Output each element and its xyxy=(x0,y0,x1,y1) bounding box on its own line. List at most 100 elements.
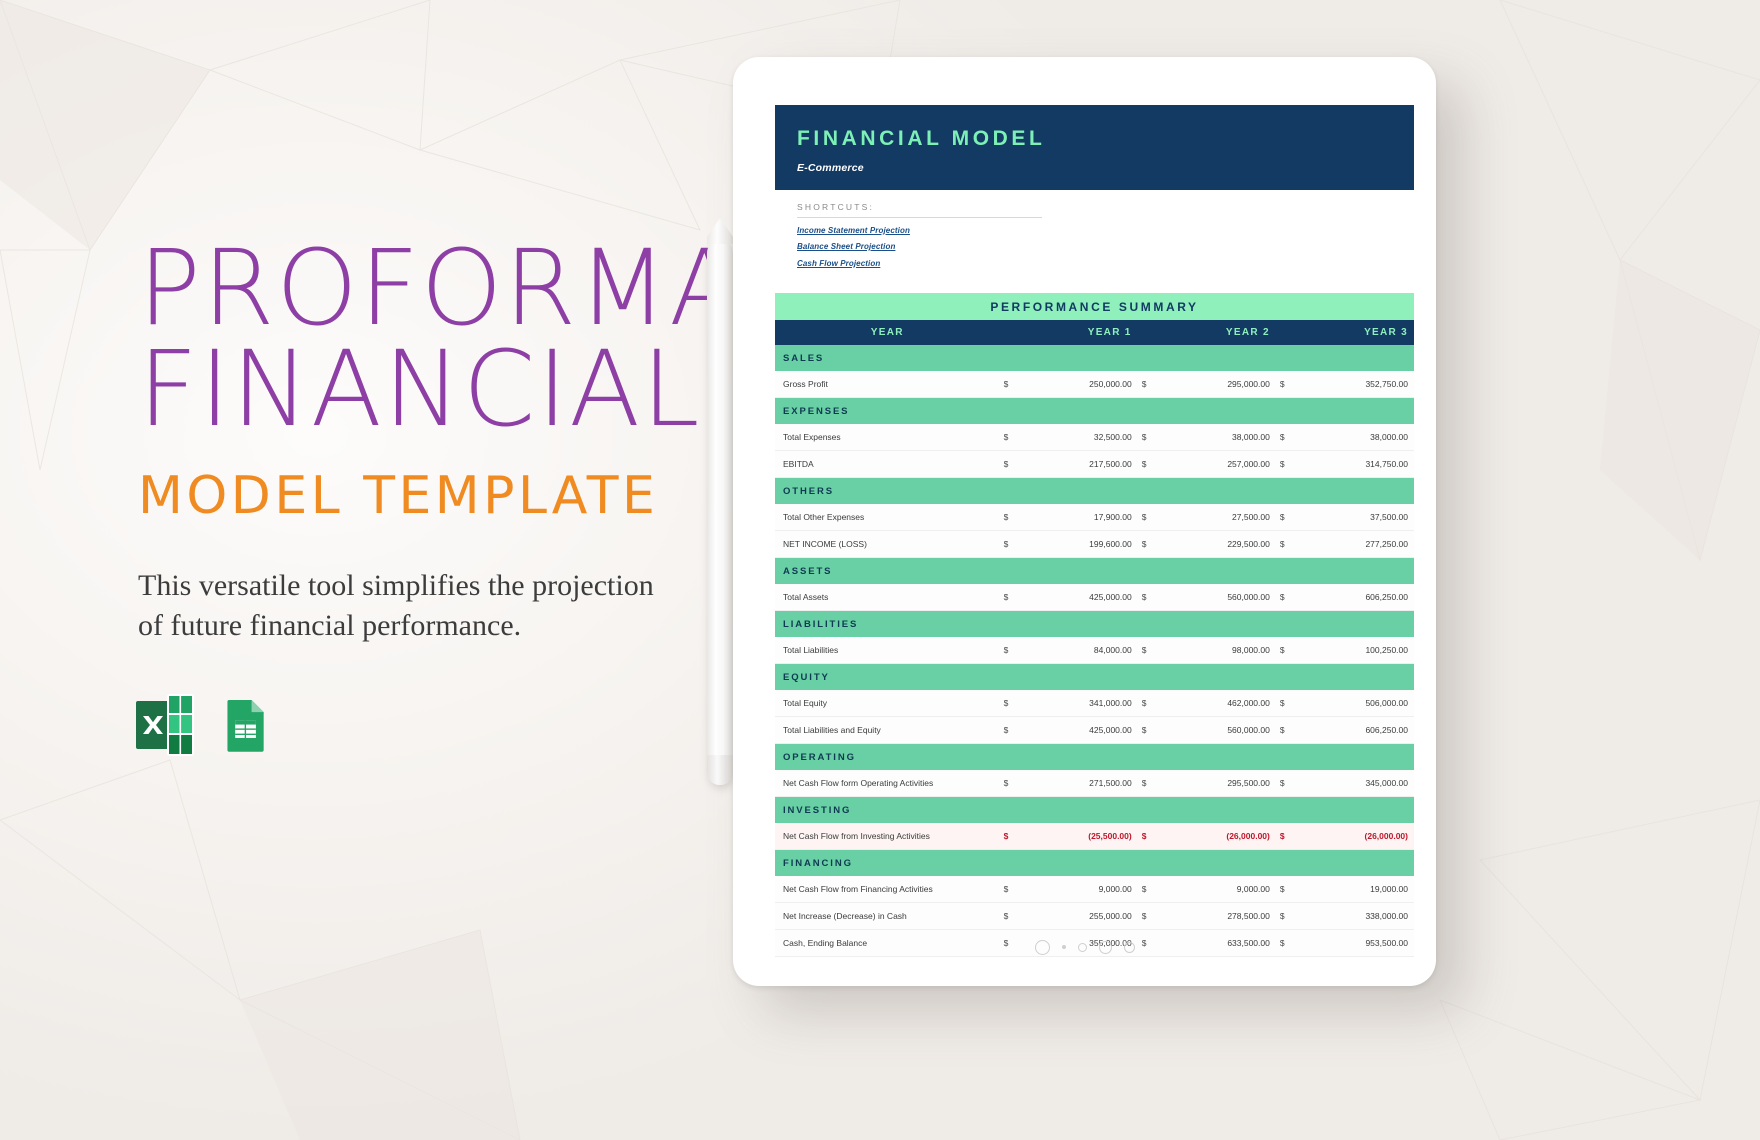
currency-symbol: $ xyxy=(1279,459,1285,469)
cell-value-year-1: 425,000.00 xyxy=(1089,592,1132,602)
home-dot-4 xyxy=(1098,940,1112,954)
table-header-row: YEAR YEAR 1 YEAR 2 YEAR 3 xyxy=(775,320,1414,345)
row-label: Total Liabilities xyxy=(783,645,839,655)
currency-symbol: $ xyxy=(1279,512,1285,522)
currency-symbol: $ xyxy=(1141,698,1147,708)
table-row: Total Expenses $32,500.00 $38,000.00 $38,00… xyxy=(775,424,1414,451)
cell-value-year-3: 506,000.00 xyxy=(1365,698,1408,708)
column-header-year-1: YEAR 1 xyxy=(1087,327,1132,338)
cell-value-year-3: 338,000.00 xyxy=(1365,911,1408,921)
row-label: Net Cash Flow form Operating Activities xyxy=(783,778,934,788)
table-section-label: FINANCING xyxy=(775,850,1414,876)
cell-value-year-3: 352,750.00 xyxy=(1365,379,1408,389)
table-section-row: SALES xyxy=(775,345,1414,371)
document-header: FINANCIAL MODEL E-Commerce xyxy=(775,105,1414,190)
table-row: Net Cash Flow from Investing Activities $… xyxy=(775,823,1414,850)
cell-value-year-2: 98,000.00 xyxy=(1232,645,1270,655)
document-subtitle: E-Commerce xyxy=(797,162,864,174)
currency-symbol: $ xyxy=(1003,645,1009,655)
currency-symbol: $ xyxy=(1279,911,1285,921)
currency-symbol: $ xyxy=(1279,645,1285,655)
cell-value-year-2: (26,000.00) xyxy=(1226,831,1270,841)
cell-value-year-2: 278,500.00 xyxy=(1227,911,1270,921)
cell-value-year-1: 250,000.00 xyxy=(1089,379,1132,389)
currency-symbol: $ xyxy=(1003,432,1009,442)
left-marketing-panel: PROFORMA FINANCIAL MODEL TEMPLATE This v… xyxy=(0,0,740,1140)
currency-symbol: $ xyxy=(1003,884,1009,894)
table-row: Total Assets $425,000.00 $560,000.00 $606,2… xyxy=(775,584,1414,611)
cell-value-year-3: 37,500.00 xyxy=(1370,512,1408,522)
cell-value-year-2: 295,500.00 xyxy=(1227,778,1270,788)
row-label: Total Equity xyxy=(783,698,827,708)
currency-symbol: $ xyxy=(1003,539,1009,549)
row-label: Gross Profit xyxy=(783,379,828,389)
cell-value-year-3: 100,250.00 xyxy=(1365,645,1408,655)
shortcut-link-cash-flow[interactable]: Cash Flow Projection xyxy=(797,259,1042,268)
shortcut-link-income-statement[interactable]: Income Statement Projection xyxy=(797,226,1042,235)
cell-value-year-1: 217,500.00 xyxy=(1089,459,1132,469)
currency-symbol: $ xyxy=(1141,831,1147,841)
app-format-icons xyxy=(136,694,282,756)
table-section-label: OPERATING xyxy=(775,744,1414,770)
cell-value-year-1: 425,000.00 xyxy=(1089,725,1132,735)
cell-value-year-3: 19,000.00 xyxy=(1370,884,1408,894)
currency-symbol: $ xyxy=(1003,592,1009,602)
table-section-row: OTHERS xyxy=(775,478,1414,504)
page-subtitle: MODEL TEMPLATE xyxy=(138,465,659,526)
cell-value-year-2: 560,000.00 xyxy=(1227,592,1270,602)
cell-value-year-3: 277,250.00 xyxy=(1365,539,1408,549)
currency-symbol: $ xyxy=(1279,778,1285,788)
currency-symbol: $ xyxy=(1141,645,1147,655)
table-section-label: INVESTING xyxy=(775,797,1414,823)
cell-value-year-1: 199,600.00 xyxy=(1089,539,1132,549)
cell-value-year-1: 84,000.00 xyxy=(1093,645,1132,655)
column-header-year-3: YEAR 3 xyxy=(1364,327,1409,338)
table-row: Total Liabilities $84,000.00 $98,000.00 $10… xyxy=(775,637,1414,664)
shortcut-link-balance-sheet[interactable]: Balance Sheet Projection xyxy=(797,242,1042,251)
cell-value-year-1: 341,000.00 xyxy=(1089,698,1132,708)
currency-symbol: $ xyxy=(1003,725,1009,735)
table-row: EBITDA $217,500.00 $257,000.00 $314,750.00 xyxy=(775,451,1414,478)
table-row: Net Cash Flow from Financing Activities $… xyxy=(775,876,1414,903)
cell-value-year-1: 255,000.00 xyxy=(1089,911,1132,921)
row-label: Total Liabilities and Equity xyxy=(783,725,881,735)
table-title-row: PERFORMANCE SUMMARY xyxy=(775,293,1414,320)
shortcuts-block: SHORTCUTS: Income Statement Projection B… xyxy=(797,202,1042,268)
cell-value-year-1: (25,500.00) xyxy=(1088,831,1132,841)
currency-symbol: $ xyxy=(1279,432,1285,442)
currency-symbol: $ xyxy=(1279,698,1285,708)
currency-symbol: $ xyxy=(1003,379,1009,389)
cell-value-year-2: 229,500.00 xyxy=(1227,539,1270,549)
currency-symbol: $ xyxy=(1279,884,1285,894)
table-body: SALES Gross Profit $250,000.00 $295,000.00 $… xyxy=(775,345,1414,957)
row-label: Net Cash Flow from Investing Activities xyxy=(783,831,930,841)
cell-value-year-2: 257,000.00 xyxy=(1227,459,1270,469)
table-row: Total Equity $341,000.00 $462,000.00 $506,0… xyxy=(775,690,1414,717)
currency-symbol: $ xyxy=(1003,459,1009,469)
tablet-screen-bezel: FINANCIAL MODEL E-Commerce SHORTCUTS: In… xyxy=(755,71,1414,971)
table-section-label: EQUITY xyxy=(775,664,1414,690)
cell-value-year-3: 606,250.00 xyxy=(1365,592,1408,602)
cell-value-year-2: 560,000.00 xyxy=(1227,725,1270,735)
currency-symbol: $ xyxy=(1003,778,1009,788)
home-indicator-dots xyxy=(755,932,1414,962)
cell-value-year-1: 9,000.00 xyxy=(1098,884,1132,894)
currency-symbol: $ xyxy=(1279,539,1285,549)
table-section-label: LIABILITIES xyxy=(775,611,1414,637)
shortcuts-label: SHORTCUTS: xyxy=(797,202,1042,218)
currency-symbol: $ xyxy=(1141,725,1147,735)
row-label: Net Cash Flow from Financing Activities xyxy=(783,884,933,894)
currency-symbol: $ xyxy=(1141,512,1147,522)
row-label: Total Expenses xyxy=(783,432,841,442)
column-header-year-2: YEAR 2 xyxy=(1225,327,1270,338)
table-row: Total Other Expenses $17,900.00 $27,500.00… xyxy=(775,504,1414,531)
stylus-pencil xyxy=(707,240,733,785)
table-section-label: OTHERS xyxy=(775,478,1414,504)
cell-value-year-3: (26,000.00) xyxy=(1364,831,1408,841)
currency-symbol: $ xyxy=(1279,592,1285,602)
cell-value-year-1: 32,500.00 xyxy=(1093,432,1132,442)
table-row: Total Liabilities and Equity $425,000.00 $… xyxy=(775,717,1414,744)
table-section-row: INVESTING xyxy=(775,797,1414,823)
document-title: FINANCIAL MODEL xyxy=(797,127,1046,150)
table-section-row: OPERATING xyxy=(775,744,1414,770)
